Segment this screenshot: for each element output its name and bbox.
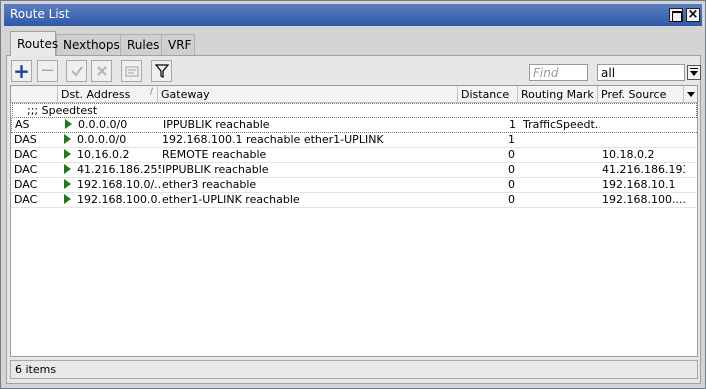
table-row[interactable]: DAC 10.16.0.2 REMOTE reachable 0 10.18.0… (11, 148, 697, 163)
add-button[interactable]: + (11, 60, 32, 82)
tab-routes[interactable]: Routes (10, 31, 58, 56)
cell-flags: DAC (14, 163, 38, 176)
filter-select[interactable]: all (597, 64, 685, 81)
cell-distance: 0 (508, 193, 515, 206)
column-header-flags[interactable] (11, 86, 58, 103)
active-route-icon (64, 134, 71, 144)
table-header: Dst. Address ∕ Gateway Distance Routing … (11, 86, 697, 103)
cell-dst: 192.168.10.0/... (61, 178, 161, 192)
cell-gateway: IPPUBLIK reachable (162, 163, 269, 176)
cell-flags: DAC (14, 193, 38, 206)
cell-dst-text: 192.168.10.0/... (77, 178, 161, 191)
cell-gateway: IPPUBLIK reachable (163, 118, 270, 131)
cell-dst-text: 41.216.186.255 (77, 163, 161, 176)
cell-distance: 0 (508, 178, 515, 191)
plus-icon: + (13, 59, 30, 83)
cell-gateway: 192.168.100.1 reachable ether1-UPLINK (162, 133, 384, 146)
cell-flags: AS (15, 118, 30, 131)
cell-pref-source: 41.216.186.193 (602, 163, 685, 176)
cell-distance: 1 (508, 133, 515, 146)
cell-routing-mark (519, 178, 599, 192)
tab-rules[interactable]: Rules (120, 34, 164, 55)
active-route-icon (64, 179, 71, 189)
table-row[interactable]: DAC 41.216.186.255 IPPUBLIK reachable 0 … (11, 163, 697, 178)
item-count: 6 items (15, 363, 57, 376)
table-row[interactable]: AS 0.0.0.0/0 IPPUBLIK reachable 1 Traffi… (11, 118, 697, 133)
cell-routing-mark (519, 133, 599, 147)
table-row[interactable]: DAC 192.168.100.0... ether1-UPLINK reach… (11, 193, 697, 208)
active-route-icon (64, 164, 71, 174)
cell-dst: 10.16.0.2 (61, 148, 161, 162)
cell-distance: 0 (508, 148, 515, 161)
find-input[interactable] (529, 64, 588, 81)
cell-dst-text: 0.0.0.0/0 (78, 118, 128, 131)
cell-distance: 1 (509, 118, 516, 131)
cell-dst: 0.0.0.0/0 (61, 133, 161, 147)
column-header-distance[interactable]: Distance (458, 86, 518, 103)
cell-routing-mark (519, 148, 599, 162)
tab-vrf[interactable]: VRF (161, 34, 195, 55)
minus-icon: − (39, 60, 56, 81)
status-bar: 6 items (10, 360, 698, 379)
column-header-gateway[interactable]: Gateway (158, 86, 458, 103)
cell-pref-source (599, 133, 685, 147)
cell-gateway: ether3 reachable (162, 178, 257, 191)
table-row[interactable]: DAS 0.0.0.0/0 192.168.100.1 reachable et… (11, 133, 697, 148)
column-header-pref-source[interactable]: Pref. Source (598, 86, 684, 103)
cell-pref-source: 192.168.100.... (602, 193, 685, 206)
cell-dst: 41.216.186.255 (61, 163, 161, 177)
column-menu-icon[interactable] (684, 86, 697, 103)
cell-routing-mark (519, 163, 599, 177)
filter-icon (154, 64, 169, 78)
cell-pref-source (600, 118, 686, 132)
active-route-icon (64, 149, 71, 159)
cell-flags: DAC (14, 178, 38, 191)
check-icon (70, 66, 83, 77)
active-route-icon (64, 194, 71, 204)
maximize-button[interactable] (669, 8, 683, 22)
cell-dst-text: 0.0.0.0/0 (77, 133, 127, 146)
cell-gateway: ether1-UPLINK reachable (162, 193, 300, 206)
route-list-window: Route List × Routes Nexthops Rules VRF +… (0, 0, 706, 389)
cell-dst: 0.0.0.0/0 (62, 118, 162, 132)
cell-pref-source: 10.18.0.2 (602, 148, 655, 161)
cell-dst-text: 192.168.100.0... (77, 193, 161, 206)
cell-distance: 0 (508, 163, 515, 176)
cell-dst: 192.168.100.0... (61, 193, 161, 207)
disable-button[interactable] (91, 60, 112, 82)
comment-icon (125, 66, 138, 77)
table-row[interactable]: DAC 192.168.10.0/... ether3 reachable 0 … (11, 178, 697, 193)
active-route-icon (65, 119, 72, 129)
cell-flags: DAS (14, 133, 37, 146)
enable-button[interactable] (66, 60, 87, 82)
comment-button[interactable] (121, 60, 142, 82)
title-bar[interactable]: Route List × (4, 4, 702, 26)
cell-dst-text: 10.16.0.2 (77, 148, 130, 161)
sort-indicator-icon: ∕ (149, 87, 153, 97)
cell-routing-mark: TrafficSpeedt... (523, 118, 600, 131)
x-icon (96, 66, 107, 76)
filter-dropdown-icon[interactable] (687, 65, 701, 80)
cell-flags: DAC (14, 148, 38, 161)
routes-panel: + − all Dst. (6, 55, 701, 384)
column-header-dst-address-label: Dst. Address (61, 88, 131, 101)
toolbar: + − all (11, 60, 701, 84)
route-table: Dst. Address ∕ Gateway Distance Routing … (10, 85, 698, 357)
close-button[interactable]: × (686, 8, 700, 22)
window-title: Route List (10, 7, 70, 21)
cell-gateway: REMOTE reachable (162, 148, 267, 161)
filter-button[interactable] (151, 60, 172, 82)
remove-button[interactable]: − (37, 60, 58, 82)
column-header-dst-address[interactable]: Dst. Address ∕ (58, 86, 158, 103)
group-comment-row[interactable]: ;;; Speedtest (12, 103, 697, 118)
cell-pref-source: 192.168.10.1 (602, 178, 676, 191)
tab-nexthops[interactable]: Nexthops (56, 34, 124, 55)
column-header-routing-mark[interactable]: Routing Mark (518, 86, 598, 103)
cell-routing-mark (519, 193, 599, 207)
